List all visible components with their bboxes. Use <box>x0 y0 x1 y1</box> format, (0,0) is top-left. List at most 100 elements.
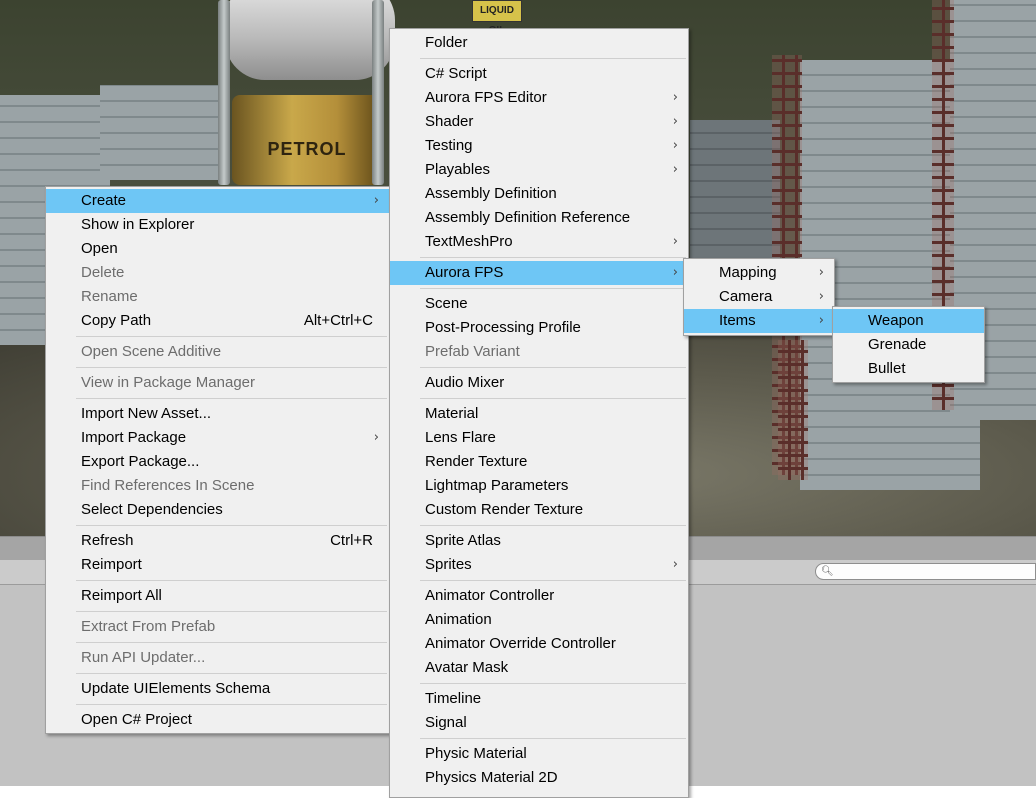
menu-item-camera[interactable]: Camera › <box>684 285 834 309</box>
menu-item-mapping[interactable]: Mapping › <box>684 261 834 285</box>
menu-item-aurora-fps-editor[interactable]: Aurora FPS Editor › <box>390 86 688 110</box>
menu-item-import-package[interactable]: Import Package › <box>46 426 389 450</box>
menu-item-label: Find References In Scene <box>81 477 255 494</box>
chevron-right-icon: › <box>373 430 379 445</box>
menu-item-rename[interactable]: Rename <box>46 285 389 309</box>
menu-item-label: Animator Controller <box>425 587 555 604</box>
menu-item-label: Post-Processing Profile <box>425 319 581 336</box>
menu-item-reimport-all[interactable]: Reimport All <box>46 584 389 608</box>
menu-item-view-in-package-manager[interactable]: View in Package Manager <box>46 371 389 395</box>
menu-item-textmeshpro[interactable]: TextMeshPro › <box>390 230 688 254</box>
menu-item-prefab-variant[interactable]: Prefab Variant <box>390 340 688 364</box>
menu-separator <box>420 398 686 399</box>
menu-separator <box>76 525 387 526</box>
menu-item-sprite-atlas[interactable]: Sprite Atlas <box>390 529 688 553</box>
menu-item-lightmap-parameters[interactable]: Lightmap Parameters <box>390 474 688 498</box>
menu-item-animator-override-controller[interactable]: Animator Override Controller <box>390 632 688 656</box>
menu-item-label: Reimport <box>81 556 142 573</box>
menu-item-run-api-updater[interactable]: Run API Updater... <box>46 646 389 670</box>
menu-item-timeline[interactable]: Timeline <box>390 687 688 711</box>
menu-item-label: Open C# Project <box>81 711 192 728</box>
menu-item-label: Physics Material 2D <box>425 769 558 786</box>
menu-item-update-uielements-schema[interactable]: Update UIElements Schema <box>46 677 389 701</box>
menu-item-custom-render-texture[interactable]: Custom Render Texture <box>390 498 688 522</box>
menu-item-label: Render Texture <box>425 453 528 470</box>
menu-item-assembly-definition-reference[interactable]: Assembly Definition Reference <box>390 206 688 230</box>
menu-item-render-texture[interactable]: Render Texture <box>390 450 688 474</box>
menu-item-label: Timeline <box>425 690 482 707</box>
menu-item-signal[interactable]: Signal <box>390 711 688 735</box>
menu-item-label: Animator Override Controller <box>425 635 616 652</box>
menu-item-label: TextMeshPro <box>425 233 513 250</box>
scene-tank <box>225 0 395 80</box>
menu-item-animator-controller[interactable]: Animator Controller <box>390 584 688 608</box>
menu-item-bullet[interactable]: Bullet <box>833 357 984 381</box>
menu-item-open[interactable]: Open <box>46 237 389 261</box>
menu-item-show-in-explorer[interactable]: Show in Explorer <box>46 213 389 237</box>
menu-item-label: Animation <box>425 611 492 628</box>
menu-item-label: Run API Updater... <box>81 649 206 666</box>
menu-item-label: Select Dependencies <box>81 501 223 518</box>
menu-item-physic-material[interactable]: Physic Material <box>390 742 688 766</box>
menu-item-find-references[interactable]: Find References In Scene <box>46 474 389 498</box>
menu-separator <box>420 367 686 368</box>
chevron-right-icon: › <box>373 193 379 208</box>
menu-item-label: Audio Mixer <box>425 374 505 391</box>
menu-item-material[interactable]: Material <box>390 402 688 426</box>
menu-item-folder[interactable]: Folder <box>390 31 688 55</box>
menu-separator <box>76 398 387 399</box>
menu-item-label: Extract From Prefab <box>81 618 216 635</box>
scene-tank-label: LIQUID OIL <box>472 0 522 36</box>
scene-pipe <box>218 0 230 185</box>
menu-item-extract-from-prefab[interactable]: Extract From Prefab <box>46 615 389 639</box>
menu-item-import-new-asset[interactable]: Import New Asset... <box>46 402 389 426</box>
menu-item-label: Shader <box>425 113 474 130</box>
menu-item-create[interactable]: Create › <box>46 189 389 213</box>
menu-item-label: Items <box>719 312 756 329</box>
menu-item-delete[interactable]: Delete <box>46 261 389 285</box>
menu-item-audio-mixer[interactable]: Audio Mixer <box>390 371 688 395</box>
menu-item-animation[interactable]: Animation <box>390 608 688 632</box>
menu-item-playables[interactable]: Playables › <box>390 158 688 182</box>
items-submenu: Weapon Grenade Bullet <box>832 306 985 383</box>
chevron-right-icon: › <box>672 557 678 572</box>
menu-item-physics-material-2d[interactable]: Physics Material 2D <box>390 766 688 790</box>
menu-item-sprites[interactable]: Sprites › <box>390 553 688 577</box>
menu-item-label: Signal <box>425 714 467 731</box>
search-input[interactable]: 🔍︎ <box>815 563 1036 580</box>
menu-item-open-csharp-project[interactable]: Open C# Project <box>46 708 389 732</box>
barrel-label: PETROL <box>267 139 347 159</box>
menu-item-label: Folder <box>425 34 468 51</box>
menu-item-testing[interactable]: Testing › <box>390 134 688 158</box>
menu-item-lens-flare[interactable]: Lens Flare <box>390 426 688 450</box>
menu-item-label: Assembly Definition <box>425 185 557 202</box>
menu-item-open-scene-additive[interactable]: Open Scene Additive <box>46 340 389 364</box>
menu-item-label: Update UIElements Schema <box>81 680 271 697</box>
menu-item-label: View in Package Manager <box>81 374 255 391</box>
menu-item-label: Physic Material <box>425 745 527 762</box>
menu-item-shader[interactable]: Shader › <box>390 110 688 134</box>
menu-separator <box>76 611 387 612</box>
chevron-right-icon: › <box>818 265 824 280</box>
menu-item-label: Custom Render Texture <box>425 501 584 518</box>
chevron-right-icon: › <box>818 313 824 328</box>
menu-item-refresh[interactable]: Refresh Ctrl+R <box>46 529 389 553</box>
menu-item-select-dependencies[interactable]: Select Dependencies <box>46 498 389 522</box>
menu-item-assembly-definition[interactable]: Assembly Definition <box>390 182 688 206</box>
menu-item-label: Aurora FPS Editor <box>425 89 547 106</box>
menu-item-csharp-script[interactable]: C# Script <box>390 62 688 86</box>
menu-separator <box>76 704 387 705</box>
menu-item-reimport[interactable]: Reimport <box>46 553 389 577</box>
menu-item-grenade[interactable]: Grenade <box>833 333 984 357</box>
menu-item-scene[interactable]: Scene <box>390 292 688 316</box>
menu-item-items[interactable]: Items › <box>684 309 834 333</box>
menu-separator <box>420 525 686 526</box>
menu-item-avatar-mask[interactable]: Avatar Mask <box>390 656 688 680</box>
chevron-right-icon: › <box>672 90 678 105</box>
menu-item-export-package[interactable]: Export Package... <box>46 450 389 474</box>
menu-item-post-processing-profile[interactable]: Post-Processing Profile <box>390 316 688 340</box>
menu-item-label: Camera <box>719 288 773 305</box>
menu-item-aurora-fps[interactable]: Aurora FPS › <box>390 261 688 285</box>
menu-item-copy-path[interactable]: Copy Path Alt+Ctrl+C <box>46 309 389 333</box>
menu-item-weapon[interactable]: Weapon <box>833 309 984 333</box>
